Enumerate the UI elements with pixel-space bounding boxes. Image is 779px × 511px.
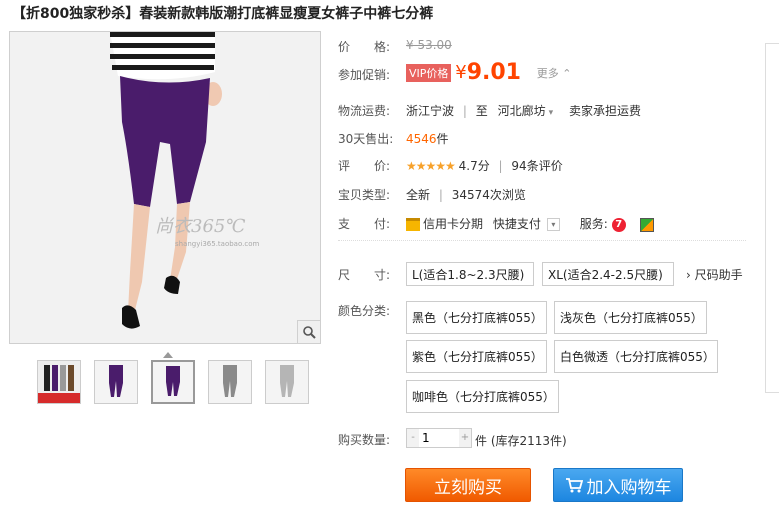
rating-row: 评 价: ★★★★★ 4.7分 | 94条评价 <box>338 157 563 174</box>
view-count: 34574次浏览 <box>451 188 526 202</box>
size-option-label: L(适合1.8~2.3尺腰) <box>412 267 525 282</box>
increment-button[interactable]: + <box>459 429 471 447</box>
credit-card-icon <box>406 218 420 231</box>
thumbnail-3-image <box>153 362 193 402</box>
sales-unit: 件 <box>436 132 449 146</box>
thumbnail-2[interactable] <box>94 360 138 404</box>
thumbnail-2-image <box>95 361 137 403</box>
promo-row: 参加促销: VIP价格 ¥9.01 更多 ⌃ <box>338 60 572 85</box>
product-photo-illustration: 尚衣365℃ shangyi365.taobao.com <box>10 32 320 343</box>
payment-row: 支 付: 信用卡分期 快捷支付 ▾ 服务: 7 <box>338 215 654 232</box>
thumbnail-4[interactable] <box>208 360 252 404</box>
active-thumb-indicator <box>163 352 173 358</box>
shipping-row: 物流运费: 浙江宁波 | 至 河北廊坊 ▾ 卖家承担运费 <box>338 102 641 119</box>
color-row: 颜色分类: <box>338 302 390 319</box>
stock-text: 件 (库存2113件) <box>475 434 567 448</box>
color-label: 颜色分类: <box>338 304 391 318</box>
seven-day-return-icon[interactable]: 7 <box>611 217 626 232</box>
credit-installment[interactable]: 信用卡分期 <box>423 217 483 231</box>
color-option-white[interactable]: 白色微透（七分打底裤055） <box>554 340 718 373</box>
vip-price-tag: VIP价格 <box>406 63 452 82</box>
watermark-text: 尚衣365℃ <box>155 216 246 237</box>
size-helper-link[interactable]: › 尺码助手 <box>686 266 743 283</box>
side-panel-edge <box>765 43 779 393</box>
quantity-label: 购买数量: <box>338 433 391 447</box>
shipping-note: 卖家承担运费 <box>568 104 641 118</box>
ship-from: 浙江宁波 <box>406 104 455 118</box>
guarantee-badge-icon[interactable] <box>639 217 654 232</box>
thumbnail-3[interactable] <box>151 360 195 404</box>
item-condition: 全新 <box>406 188 431 202</box>
item-type-row: 宝贝类型: 全新 | 34574次浏览 <box>338 186 526 203</box>
zoom-button[interactable] <box>297 320 320 343</box>
more-promos-label: 更多 <box>536 66 559 80</box>
color-option-purple[interactable]: 紫色（七分打底裤055） <box>406 340 547 373</box>
color-option-label: 紫色（七分打底裤055） <box>412 350 543 364</box>
review-count-link[interactable]: 94条评价 <box>511 159 562 173</box>
separator: | <box>438 188 443 202</box>
color-option-coffee[interactable]: 咖啡色（七分打底裤055） <box>406 380 559 413</box>
watermark-sub-text: shangyi365.taobao.com <box>175 240 259 248</box>
shipping-label: 物流运费: <box>338 104 391 118</box>
chevron-down-icon: ▾ <box>548 108 554 118</box>
color-option-light-gray[interactable]: 浅灰色（七分打底裤055） <box>554 301 707 334</box>
sales-row: 30天售出: 4546件 <box>338 130 449 147</box>
quantity-stepper[interactable]: - + <box>406 428 472 448</box>
page-title: 【折800独家秒杀】春装新款韩版潮打底裤显瘦夏女裤子中裤七分裤 <box>12 6 434 22</box>
shopping-cart-icon <box>565 478 583 493</box>
quick-pay[interactable]: 快捷支付 <box>493 217 541 231</box>
thumbnail-5[interactable] <box>265 360 309 404</box>
ship-to-selector[interactable]: 河北廊坊 ▾ <box>498 104 554 118</box>
color-option-black[interactable]: 黑色（七分打底裤055） <box>406 301 547 334</box>
more-promos-link[interactable]: 更多 ⌃ <box>537 67 572 80</box>
buy-now-button[interactable]: 立刻购买 <box>405 468 531 502</box>
color-option-label: 黑色（七分打底裤055） <box>412 311 543 325</box>
size-option-xl[interactable]: XL(适合2.4-2.5尺腰) <box>542 262 674 286</box>
size-option-label: XL(适合2.4-2.5尺腰) <box>548 267 663 282</box>
color-option-label: 白色微透（七分打底裤055） <box>560 350 715 364</box>
striped-top <box>110 32 215 80</box>
add-to-cart-label: 加入购物车 <box>586 477 672 498</box>
decrement-button[interactable]: - <box>407 429 419 447</box>
promo-label: 参加促销: <box>338 68 391 82</box>
separator: | <box>462 104 467 118</box>
rating-score: 4.7分 <box>458 159 490 173</box>
price-row: 价 格: ¥ 53.00 <box>338 38 452 55</box>
sales-label: 30天售出: <box>338 132 394 146</box>
color-option-label: 浅灰色（七分打底裤055） <box>560 311 703 325</box>
add-to-cart-button[interactable]: 加入购物车 <box>553 468 683 502</box>
service-label: 服务: <box>579 217 608 231</box>
rating-label: 评 价: <box>338 159 391 173</box>
size-helper-label: 尺码助手 <box>694 268 743 282</box>
divider <box>338 240 746 241</box>
currency-symbol: ¥ <box>455 62 467 83</box>
thumbnail-1[interactable] <box>37 360 81 404</box>
quantity-row: 购买数量: <box>338 431 390 448</box>
chevron-right-icon: › <box>686 268 691 282</box>
thumbnail-4-image <box>209 361 251 403</box>
item-type-label: 宝贝类型: <box>338 188 391 202</box>
original-price: ¥ 53.00 <box>406 38 452 52</box>
magnifier-icon <box>303 326 316 339</box>
size-label: 尺 寸: <box>338 268 391 282</box>
price-label: 价 格: <box>338 40 391 54</box>
size-option-l[interactable]: L(适合1.8~2.3尺腰) <box>406 262 534 286</box>
size-row: 尺 寸: <box>338 266 390 283</box>
quantity-input[interactable] <box>419 429 459 447</box>
thumbnail-1-image <box>38 361 80 403</box>
separator: | <box>498 159 503 173</box>
color-option-label: 咖啡色（七分打底裤055） <box>412 390 555 404</box>
main-product-image[interactable]: 尚衣365℃ shangyi365.taobao.com <box>9 31 321 344</box>
buy-now-label: 立刻购买 <box>434 477 502 498</box>
chevron-up-icon: ⌃ <box>562 66 572 80</box>
star-rating-icon: ★★★★★ <box>406 159 456 173</box>
ship-to-word: 至 <box>475 104 488 118</box>
payment-label: 支 付: <box>338 217 391 231</box>
thumbnail-strip <box>37 360 309 404</box>
thumbnail-5-image <box>266 361 308 403</box>
chevron-down-icon[interactable]: ▾ <box>546 218 560 231</box>
ship-to-city: 河北廊坊 <box>497 104 546 118</box>
sales-count: 4546 <box>406 132 437 146</box>
promo-price: 9.01 <box>466 60 521 85</box>
